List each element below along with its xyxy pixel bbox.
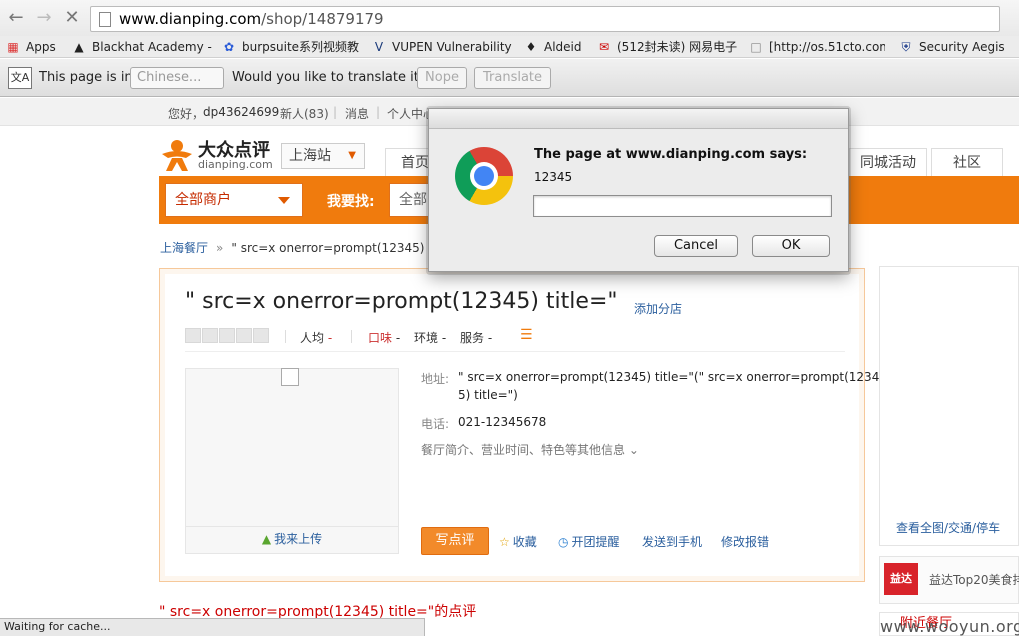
dialog-titlebar [429, 109, 848, 129]
divider [185, 351, 845, 352]
document-icon: □ [750, 40, 762, 54]
cancel-button[interactable]: Cancel [654, 235, 738, 257]
upload-arrow-icon: ▲ [261, 532, 272, 546]
environment-score: 环境 - [414, 331, 447, 345]
broken-image-icon [281, 368, 299, 386]
breadcrumb-separator: » [216, 241, 224, 255]
prompt-dialog: The page at www.dianping.com says: 12345… [428, 108, 849, 272]
bookmark-vupen[interactable]: V VUPEN Vulnerability [372, 39, 512, 55]
mail-icon: ✉ [598, 40, 610, 54]
hat-icon: ▲ [74, 40, 84, 54]
star-icon [185, 328, 201, 343]
send-to-phone-link[interactable]: 发送到手机 [642, 533, 702, 550]
report-error-link[interactable]: 修改报错 [721, 533, 769, 550]
status-bar: Waiting for cache... [0, 618, 425, 636]
watermark: www.wooyun.org [880, 617, 1019, 636]
bookmark-aldeid[interactable]: ♦ Aldeid [524, 39, 586, 55]
group-alert-link[interactable]: ◷ 开团提醒 [558, 533, 620, 550]
translate-bar: 文A This page is in Chinese... Would you … [0, 59, 1019, 97]
greeting: 您好， [168, 107, 205, 121]
back-icon[interactable]: ← [6, 8, 26, 28]
address-bar[interactable]: www.dianping.com/shop/14879179 [90, 6, 1000, 32]
stop-icon[interactable]: ✕ [62, 8, 82, 28]
breadcrumb: 上海餐厅» " src=x onerror=prompt(12345) title… [160, 239, 462, 256]
url-path: /shop/14879179 [261, 10, 384, 28]
bookmarks-bar: ▦ Apps ▲ Blackhat Academy - ✿ burpsuite系… [0, 36, 1019, 58]
phone-value: 021-12345678 [458, 415, 547, 429]
dianping-logo-icon[interactable] [160, 138, 194, 172]
favorite-link[interactable]: ☆ 收藏 [499, 533, 537, 550]
bookmark-security-aegis[interactable]: ⛨ Security Aegis [899, 39, 1009, 55]
divider [351, 330, 352, 343]
translate-icon: 文A [8, 67, 32, 89]
alarm-clock-icon: ◷ [558, 535, 569, 549]
prompt-input[interactable] [533, 195, 832, 217]
chart-icon[interactable]: ☰ [520, 327, 533, 343]
translate-button[interactable]: Translate [474, 67, 551, 89]
merchant-select[interactable]: 全部商户 [165, 183, 303, 217]
avg-price: 人均 - [300, 331, 333, 345]
taste-score: 口味 - [368, 331, 401, 345]
bookmark-blackhat[interactable]: ▲ Blackhat Academy - [72, 39, 212, 55]
ad-text[interactable]: 益达Top20美食排 [929, 571, 1019, 588]
breadcrumb-root[interactable]: 上海餐厅 [160, 241, 208, 255]
apps-grid-icon: ▦ [7, 40, 19, 54]
divider [285, 330, 286, 343]
star-icon [236, 328, 252, 343]
address-label: 地址: [421, 372, 450, 386]
bookmark-apps[interactable]: ▦ Apps [6, 39, 62, 55]
separator: | [376, 105, 381, 119]
tab-community[interactable]: 社区 [931, 148, 1003, 176]
bookmark-burpsuite[interactable]: ✿ burpsuite系列视频教 [222, 39, 362, 55]
username-link[interactable]: dp43624699 [203, 105, 279, 119]
translate-prefix: This page is in [39, 70, 133, 85]
phone-label: 电话: [421, 417, 450, 431]
bookmark-51cto[interactable]: □ [http://os.51cto.com [749, 39, 885, 55]
address-line-1: " src=x onerror=prompt(12345) title="(" … [458, 370, 880, 384]
forward-icon[interactable]: → [34, 8, 54, 28]
messages-link[interactable]: 消息 [345, 105, 369, 122]
shop-title: " src=x onerror=prompt(12345) title=" [185, 289, 618, 314]
city-selector[interactable]: 上海站 ▼ [281, 143, 365, 169]
translate-question: Would you like to translate it? [232, 70, 426, 85]
aldeid-icon: ♦ [525, 40, 537, 54]
write-review-button[interactable]: 写点评 [421, 527, 489, 555]
nope-button[interactable]: Nope [417, 67, 467, 89]
find-label: 我要找: [327, 194, 375, 210]
chevron-down-icon: ⌄ [628, 443, 639, 457]
page-icon [99, 12, 111, 27]
service-score: 服务 - [460, 331, 493, 345]
dropdown-arrow-icon: ▼ [348, 150, 356, 161]
ad-logo[interactable]: 益达 [884, 563, 918, 595]
rating-stars [185, 328, 269, 343]
view-map-link[interactable]: 查看全图/交通/停车 [896, 519, 1000, 536]
star-icon [219, 328, 235, 343]
bookmark-163mail[interactable]: ✉ (512封未读) 网易电子 [597, 39, 739, 55]
dialog-message: 12345 [534, 170, 573, 184]
more-info-link[interactable]: 餐厅简介、营业时间、特色等其他信息 ⌄ [421, 441, 639, 458]
paw-icon: ✿ [223, 40, 235, 54]
address-line-2: 5) title=") [458, 388, 518, 402]
dropdown-arrow-icon [278, 197, 290, 204]
shield-icon: ⛨ [901, 40, 911, 54]
dialog-title: The page at www.dianping.com says: [534, 147, 808, 162]
star-icon [253, 328, 269, 343]
star-outline-icon: ☆ [499, 535, 510, 549]
separator: | [333, 105, 338, 119]
add-branch-link[interactable]: 添加分店 [634, 300, 682, 317]
star-icon [202, 328, 218, 343]
tab-events[interactable]: 同城活动 [849, 148, 927, 176]
upload-photo-link[interactable]: ▲ 我来上传 [185, 526, 399, 550]
ok-button[interactable]: OK [752, 235, 830, 257]
newbie-link[interactable]: 新人(83) [280, 105, 329, 122]
map-panel [879, 266, 1019, 546]
logo-domain: dianping.com [198, 158, 273, 171]
url-domain: www.dianping.com [119, 10, 262, 28]
browser-toolbar: ← → ✕ www.dianping.com/shop/14879179 [0, 0, 1019, 36]
chrome-logo-icon [455, 147, 513, 205]
vupen-icon: V [374, 40, 384, 54]
language-select[interactable]: Chinese... [130, 67, 224, 89]
